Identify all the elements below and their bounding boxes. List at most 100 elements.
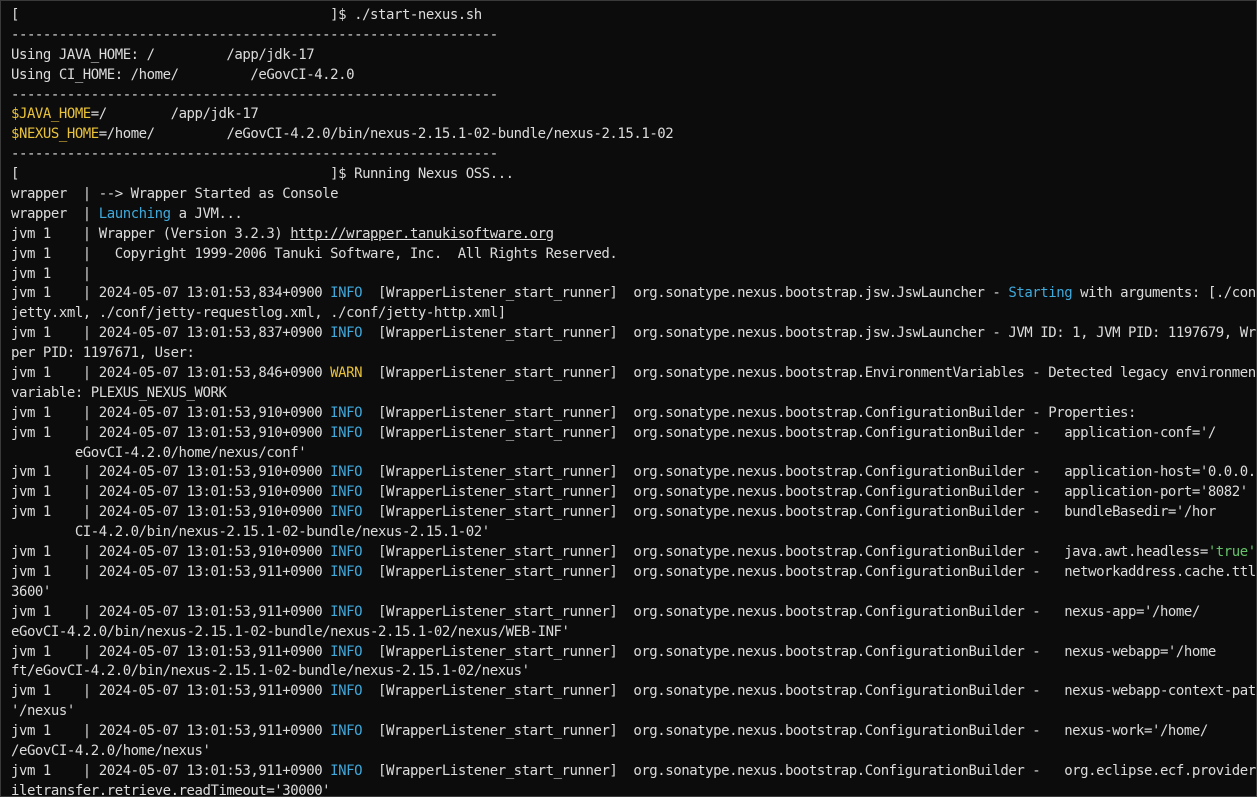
terminal-text: jvm 1 | 2024-05-07 13:01:53,911+0900 (11, 683, 331, 700)
terminal-line: '/nexus' (11, 702, 1256, 722)
log-level-info: INFO (330, 484, 363, 501)
terminal-text: [WrapperListener_start_runner] org.sonat… (362, 464, 1257, 481)
terminal-line: Using JAVA_HOME: / /app/jdk-17 (11, 46, 1256, 66)
terminal-text: ft/eGovCI-4.2.0/bin/nexus-2.15.1-02-bund… (11, 663, 530, 680)
log-level-info: INFO (330, 424, 363, 441)
terminal-text: 3600' (11, 583, 51, 600)
log-level-info: INFO (330, 464, 363, 481)
terminal-text: jvm 1 | 2024-05-07 13:01:53,911+0900 (11, 563, 331, 580)
log-level-warn: WARN (330, 365, 363, 382)
terminal-window[interactable]: [ ]$ ./start-nexus.sh -------------------… (0, 0, 1257, 797)
terminal-text: jvm 1 | 2024-05-07 13:01:53,910+0900 (11, 544, 331, 561)
log-level-info: INFO (330, 285, 363, 302)
terminal-line: Using CI_HOME: /home/ /eGovCI-4.2.0 (11, 66, 1256, 86)
terminal-text: wrapper | (11, 205, 99, 222)
terminal-text: ----------------------------------------… (11, 26, 498, 43)
log-level-info: INFO (330, 325, 363, 342)
terminal-text: with arguments: [./conf/ (1072, 285, 1257, 302)
terminal-text: [WrapperListener_start_runner] org.sonat… (362, 643, 1216, 660)
env-var-name: $NEXUS_HOME (11, 126, 99, 143)
terminal-line: [ ]$ Running Nexus OSS... (11, 165, 1256, 185)
terminal-text: jvm 1 | 2024-05-07 13:01:53,910+0900 (11, 404, 331, 421)
terminal-line: jvm 1 | (11, 265, 1256, 285)
terminal-line: jvm 1 | 2024-05-07 13:01:53,911+0900 INF… (11, 722, 1256, 742)
terminal-text: [WrapperListener_start_runner] org.sonat… (362, 484, 1248, 501)
terminal-text: jvm 1 | (11, 265, 91, 282)
terminal-text: [WrapperListener_start_runner] org.sonat… (362, 563, 1257, 580)
terminal-line: variable: PLEXUS_NEXUS_WORK (11, 384, 1256, 404)
terminal-line: jvm 1 | 2024-05-07 13:01:53,911+0900 INF… (11, 682, 1256, 702)
terminal-line: ----------------------------------------… (11, 26, 1256, 46)
terminal-text: [WrapperListener_start_runner] org.sonat… (362, 544, 1208, 561)
terminal-line: $JAVA_HOME=/ /app/jdk-17 (11, 105, 1256, 125)
terminal-line: jvm 1 | Wrapper (Version 3.2.3) http://w… (11, 225, 1256, 245)
terminal-line: jvm 1 | Copyright 1999-2006 Tanuki Softw… (11, 245, 1256, 265)
terminal-line: jvm 1 | 2024-05-07 13:01:53,910+0900 INF… (11, 463, 1256, 483)
url-link[interactable]: http://wrapper.tanukisoftware.org (290, 226, 554, 242)
terminal-text: eGovCI-4.2.0/bin/nexus-2.15.1-02-bundle/… (11, 623, 570, 640)
terminal-text: jvm 1 | 2024-05-07 13:01:53,910+0900 (11, 424, 331, 441)
terminal-line: jvm 1 | 2024-05-07 13:01:53,911+0900 INF… (11, 762, 1256, 782)
terminal-text: /eGovCI-4.2.0/home/nexus' (11, 742, 211, 759)
terminal-line: jvm 1 | 2024-05-07 13:01:53,846+0900 WAR… (11, 364, 1256, 384)
terminal-text: =/home/ /eGovCI-4.2.0/bin/nexus-2.15.1-0… (98, 126, 674, 143)
terminal-line: jvm 1 | 2024-05-07 13:01:53,911+0900 INF… (11, 643, 1256, 663)
log-level-info: INFO (330, 643, 363, 660)
log-level-info: INFO (330, 504, 363, 521)
terminal-line: wrapper | --> Wrapper Started as Console (11, 185, 1256, 205)
log-level-info: INFO (330, 603, 363, 620)
terminal-text: ----------------------------------------… (11, 146, 498, 163)
terminal-text: [WrapperListener_start_runner] org.sonat… (362, 762, 1257, 779)
terminal-text: jvm 1 | Copyright 1999-2006 Tanuki Softw… (11, 245, 618, 262)
terminal-line: per PID: 1197671, User: (11, 344, 1256, 364)
terminal-line: jvm 1 | 2024-05-07 13:01:53,837+0900 INF… (11, 324, 1256, 344)
terminal-text: [WrapperListener_start_runner] org.sonat… (362, 683, 1257, 700)
terminal-text: jvm 1 | 2024-05-07 13:01:53,846+0900 (11, 365, 331, 382)
log-level-info: INFO (330, 683, 363, 700)
terminal-text: [WrapperListener_start_runner] org.sonat… (362, 285, 1009, 302)
terminal-text: [WrapperListener_start_runner] org.sonat… (362, 365, 1257, 382)
terminal-line: jetty.xml, ./conf/jetty-requestlog.xml, … (11, 304, 1256, 324)
terminal-text: [WrapperListener_start_runner] org.sonat… (362, 325, 1257, 342)
terminal-line: [ ]$ ./start-nexus.sh (11, 6, 1256, 26)
terminal-text: jvm 1 | 2024-05-07 13:01:53,910+0900 (11, 504, 331, 521)
terminal-text: [WrapperListener_start_runner] org.sonat… (362, 424, 1216, 441)
log-level-info: INFO (330, 404, 363, 421)
terminal-text: [WrapperListener_start_runner] org.sonat… (362, 504, 1216, 521)
terminal-text: per PID: 1197671, User: (11, 345, 195, 362)
terminal-text: jvm 1 | 2024-05-07 13:01:53,911+0900 (11, 723, 331, 740)
terminal-text: iletransfer.retrieve.readTimeout='30000' (11, 782, 331, 797)
log-level-info: INFO (330, 544, 363, 561)
terminal-line: CI-4.2.0/bin/nexus-2.15.1-02-bundle/nexu… (11, 523, 1256, 543)
terminal-text: variable: PLEXUS_NEXUS_WORK (11, 384, 227, 401)
terminal-text: [WrapperListener_start_runner] org.sonat… (362, 603, 1200, 620)
terminal-text: jvm 1 | 2024-05-07 13:01:53,910+0900 (11, 484, 331, 501)
terminal-text: jvm 1 | 2024-05-07 13:01:53,834+0900 (11, 285, 331, 302)
terminal-line: ft/eGovCI-4.2.0/bin/nexus-2.15.1-02-bund… (11, 662, 1256, 682)
terminal-text: jvm 1 | 2024-05-07 13:01:53,911+0900 (11, 643, 331, 660)
terminal-line: jvm 1 | 2024-05-07 13:01:53,910+0900 INF… (11, 543, 1256, 563)
terminal-text: jvm 1 | Wrapper (Version 3.2.3) (11, 225, 291, 242)
log-level-info: INFO (330, 762, 363, 779)
terminal-text: =/ /app/jdk-17 (90, 106, 259, 123)
terminal-line: jvm 1 | 2024-05-07 13:01:53,910+0900 INF… (11, 404, 1256, 424)
terminal-line: 3600' (11, 583, 1256, 603)
terminal-line: jvm 1 | 2024-05-07 13:01:53,834+0900 INF… (11, 284, 1256, 304)
terminal-text: [ ]$ Running Nexus OSS... (11, 166, 514, 183)
terminal-line: eGovCI-4.2.0/bin/nexus-2.15.1-02-bundle/… (11, 623, 1256, 643)
terminal-line: jvm 1 | 2024-05-07 13:01:53,910+0900 INF… (11, 424, 1256, 444)
terminal-line: /eGovCI-4.2.0/home/nexus' (11, 742, 1256, 762)
highlighted-word: Starting (1008, 285, 1073, 302)
terminal-line: ----------------------------------------… (11, 86, 1256, 106)
terminal-text: a JVM... (170, 205, 243, 222)
terminal-line: wrapper | Launching a JVM... (11, 205, 1256, 225)
terminal-text: eGovCI-4.2.0/home/nexus/conf' (11, 444, 307, 461)
terminal-line: jvm 1 | 2024-05-07 13:01:53,910+0900 INF… (11, 483, 1256, 503)
terminal-text: CI-4.2.0/bin/nexus-2.15.1-02-bundle/nexu… (11, 524, 490, 541)
terminal-text: Using CI_HOME: /home/ /eGovCI-4.2.0 (11, 66, 355, 83)
terminal-line: jvm 1 | 2024-05-07 13:01:53,911+0900 INF… (11, 563, 1256, 583)
string-value: 'true' (1207, 544, 1256, 561)
terminal-text: ----------------------------------------… (11, 86, 498, 103)
terminal-line: iletransfer.retrieve.readTimeout='30000' (11, 782, 1256, 797)
terminal-line: jvm 1 | 2024-05-07 13:01:53,910+0900 INF… (11, 503, 1256, 523)
